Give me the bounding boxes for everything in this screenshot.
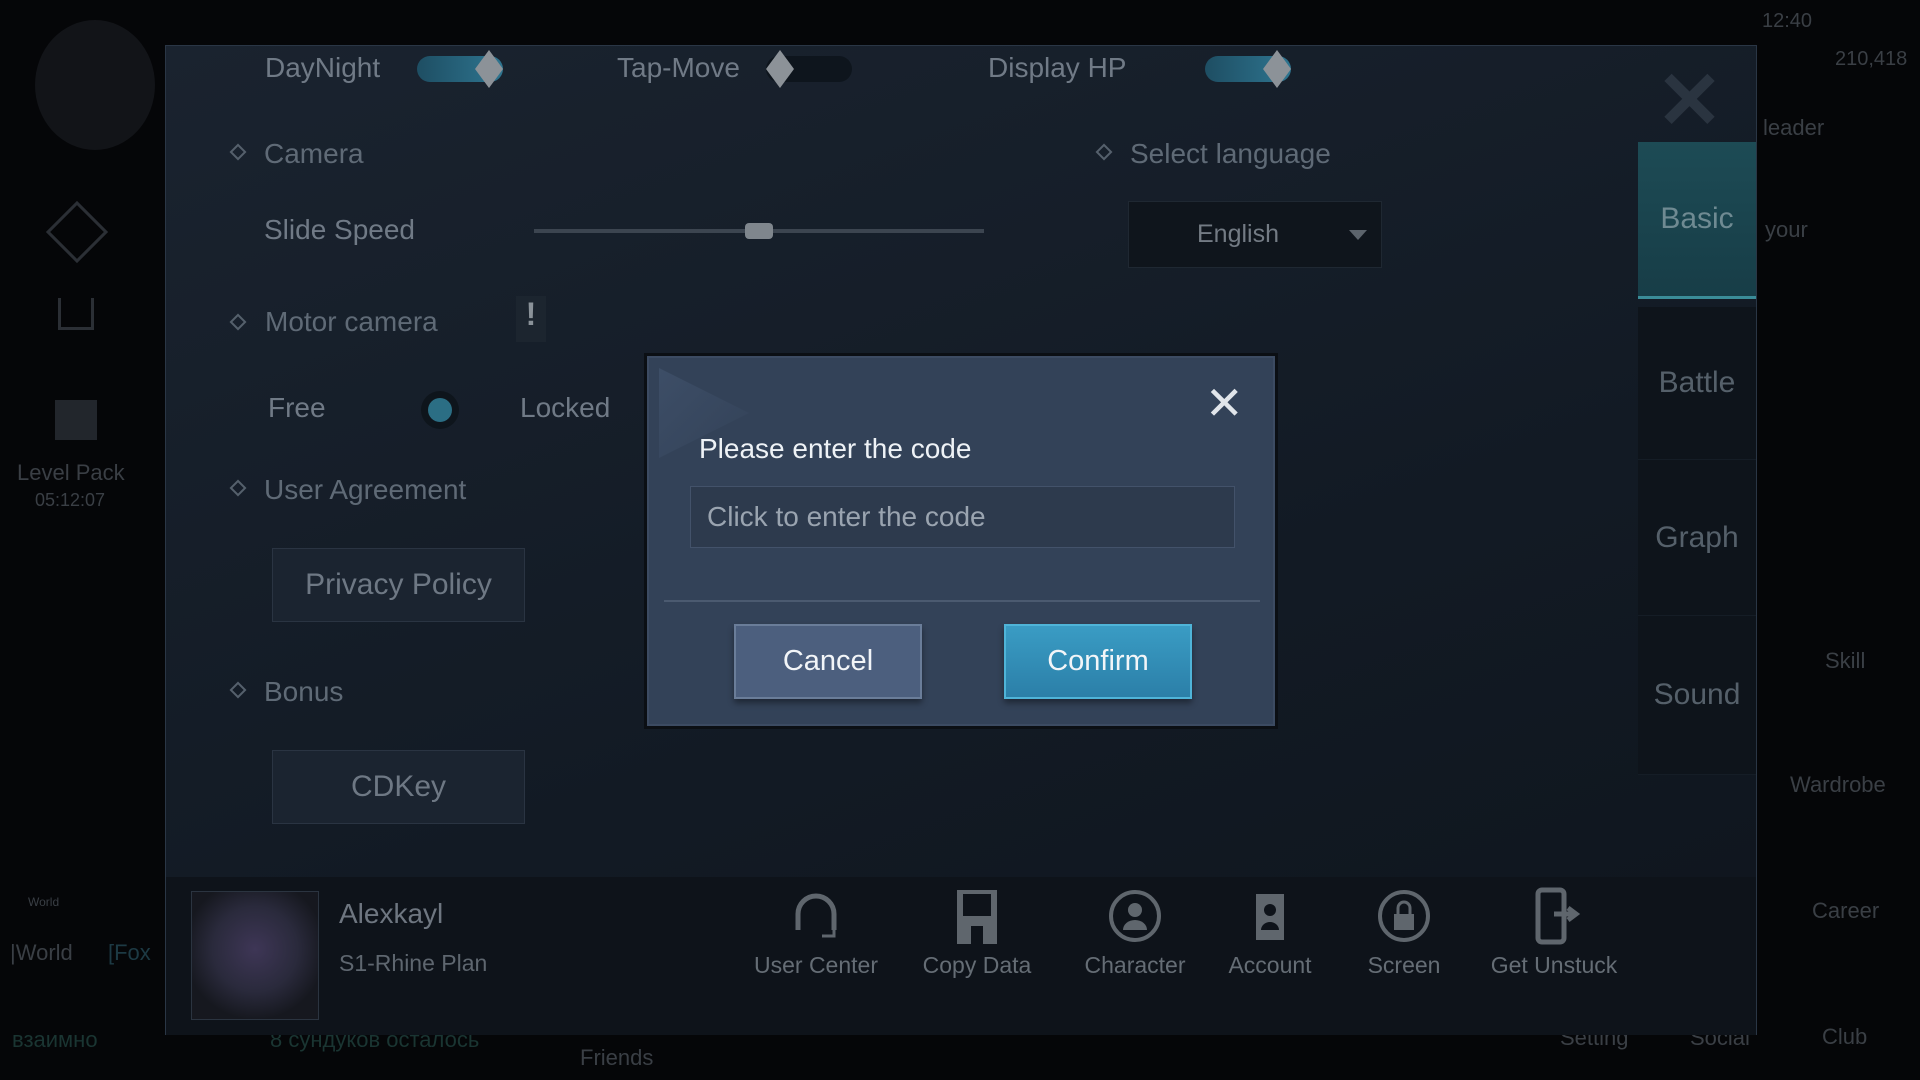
close-icon[interactable]: ✕: [1205, 380, 1244, 426]
confirm-button[interactable]: Confirm: [1004, 624, 1192, 699]
code-input[interactable]: [690, 486, 1235, 548]
cancel-button[interactable]: Cancel: [734, 624, 922, 699]
dialog-title: Please enter the code: [699, 433, 972, 464]
enter-code-dialog: ✕ Please enter the code Cancel Confirm: [647, 356, 1275, 726]
dialog-divider: [664, 600, 1260, 602]
